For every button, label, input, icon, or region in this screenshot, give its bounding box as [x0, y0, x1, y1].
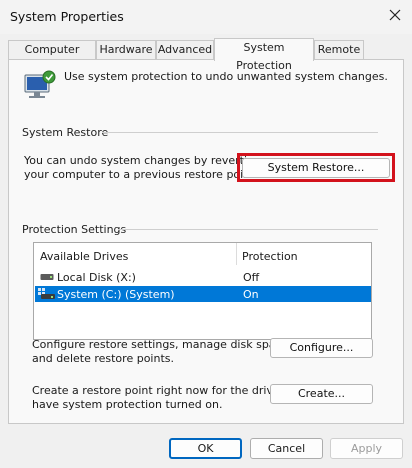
- tab-system-protection[interactable]: System Protection: [214, 38, 314, 72]
- drive-icon: [40, 274, 54, 280]
- computer-shield-icon: [24, 70, 56, 98]
- configure-desc-line1: Configure restore settings, manage disk …: [32, 338, 292, 351]
- ok-button[interactable]: OK: [169, 438, 242, 459]
- tab-advanced[interactable]: Advanced: [156, 40, 214, 60]
- drive-row-x[interactable]: Local Disk (X:) Off: [35, 269, 371, 285]
- close-icon[interactable]: [386, 6, 404, 24]
- protection-settings-group-title: Protection Settings: [22, 223, 127, 236]
- intro-text: Use system protection to undo unwanted s…: [64, 70, 388, 83]
- drive-protection: Off: [243, 271, 260, 284]
- tab-remote[interactable]: Remote: [314, 40, 364, 60]
- system-restore-divider: [102, 132, 378, 133]
- drives-listview[interactable]: Available Drives Protection Local Disk (…: [33, 242, 372, 340]
- drive-protection: On: [243, 288, 259, 301]
- system-restore-group-title: System Restore: [22, 126, 109, 139]
- create-button[interactable]: Create...: [270, 384, 373, 404]
- configure-desc-line2: and delete restore points.: [32, 352, 174, 365]
- protection-settings-divider: [118, 229, 378, 230]
- apply-button[interactable]: Apply: [330, 438, 403, 459]
- column-separator[interactable]: [236, 243, 237, 265]
- title-bar: System Properties: [0, 0, 412, 34]
- column-header-drives[interactable]: Available Drives: [40, 250, 128, 263]
- cancel-button[interactable]: Cancel: [250, 438, 323, 459]
- drive-name: Local Disk (X:): [57, 271, 136, 284]
- listview-header: Available Drives Protection: [34, 243, 371, 265]
- create-desc-line2: have system protection turned on.: [32, 398, 223, 411]
- system-restore-desc-line2: your computer to a previous restore poin…: [24, 168, 258, 181]
- column-header-protection[interactable]: Protection: [242, 250, 298, 263]
- system-restore-button[interactable]: System Restore...: [242, 158, 390, 178]
- drive-row-c[interactable]: System (C:) (System) On: [35, 286, 371, 302]
- system-restore-desc-line1: You can undo system changes by reverting: [24, 154, 261, 167]
- tab-strip: Computer Name Hardware Advanced System P…: [8, 38, 404, 74]
- drive-name: System (C:) (System): [57, 288, 175, 301]
- tab-hardware[interactable]: Hardware: [96, 40, 156, 60]
- tab-computer-name[interactable]: Computer Name: [8, 40, 96, 74]
- window-title: System Properties: [10, 9, 124, 24]
- configure-button[interactable]: Configure...: [270, 338, 373, 358]
- system-drive-icon: [38, 288, 55, 299]
